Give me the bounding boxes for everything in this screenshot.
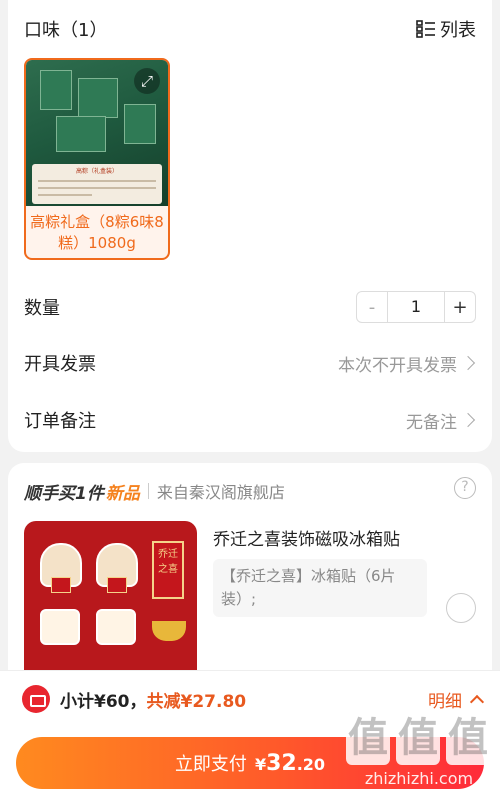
remark-value-group: 无备注 [406,408,476,433]
chevron-up-icon [469,694,485,710]
sticker-tag [107,577,127,593]
quantity-stepper: - 1 + [356,291,476,323]
seal-sticker: 乔迁之喜 [152,541,184,599]
addon-promo-card: 顺手买1件 新品 来自秦汉阁旗舰店 ? 乔迁之喜 乔迁之喜装饰磁吸冰箱贴 【乔迁… [8,463,492,693]
product-option-tile[interactable]: ⤢ 高粽（礼盒装） 高粽礼盒（8粽6味8糕）1080g [24,58,170,260]
gift-box-shape [78,78,118,118]
chevron-right-icon [460,355,476,371]
quantity-label: 数量 [24,298,60,319]
list-label: 列表 [440,20,476,41]
chevron-right-icon [460,412,476,428]
band-title: 高粽（礼盒装） [75,168,118,175]
quantity-row: 数量 - 1 + [24,291,476,323]
coupon-icon [22,685,50,713]
sticker-tag [51,577,71,593]
new-badge: 新品 [105,483,140,504]
gift-box-shape [40,70,72,110]
product-name: 高粽礼盒（8粽6味8糕）1080g [30,213,164,252]
list-view-button[interactable]: 列表 [416,16,476,42]
quantity-value[interactable]: 1 [387,292,445,322]
pay-amount-int: 32 [266,750,297,776]
pay-amount: ¥32.20 [255,751,325,776]
band-text-line [38,187,156,189]
list-icon [416,20,435,38]
order-options-card: 口味（1） 列表 ⤢ 高粽（礼盒装） 高粽礼盒（8粽6味8糕）1080g 数量 … [8,0,492,452]
flavor-header: 口味（1） 列表 [24,14,476,44]
summary-row: 小计¥60， 共减¥27.80 明细 [22,685,485,713]
invoice-value-group: 本次不开具发票 [338,351,476,376]
invoice-label: 开具发票 [24,354,96,375]
increase-button[interactable]: + [445,297,475,318]
discount-text: 共减¥27.80 [146,691,247,712]
band-text-line [38,180,156,182]
addon-product-image[interactable]: 乔迁之喜 [24,521,197,693]
promo-heading: 顺手买1件 [24,483,104,504]
gift-box-shape [124,104,156,144]
remark-row[interactable]: 订单备注 无备注 [24,405,476,435]
house-sticker [40,609,80,645]
watermark-glyph: 值 [396,711,440,765]
gift-box-shape [56,116,106,152]
product-info-band: 高粽（礼盒装） [32,164,162,204]
ingot-sticker [152,621,186,641]
square-sticker [96,609,136,645]
decrease-button[interactable]: - [357,297,387,318]
pay-currency: ¥ [254,754,267,774]
pay-amount-dec: .20 [296,754,326,774]
watermark-glyph: 值 [446,711,490,765]
promo-header: 顺手买1件 新品 来自秦汉阁旗舰店 [24,479,476,504]
addon-title: 乔迁之喜装饰磁吸冰箱贴 [213,530,400,550]
detail-button[interactable]: 明细 [428,685,485,713]
expand-icon[interactable]: ⤢ [134,68,160,94]
pay-label: 立即支付 [174,754,247,775]
watermark-glyph: 值 [346,711,390,765]
flavor-title: 口味（1） [24,20,108,41]
select-addon-radio[interactable] [446,593,476,623]
subtotal-text: 小计¥60， [60,691,147,712]
product-image: ⤢ 高粽（礼盒装） [26,60,168,206]
watermark-text: zhizhizhi.com [364,769,474,788]
invoice-value: 本次不开具发票 [338,355,457,376]
help-icon[interactable]: ? [454,477,476,499]
remark-value: 无备注 [406,412,457,433]
shop-name: 来自秦汉阁旗舰店 [156,483,285,502]
checkout-bar: 小计¥60， 共减¥27.80 明细 立即支付 ¥32.20 值 值 值 zhi… [0,670,500,799]
invoice-row[interactable]: 开具发票 本次不开具发票 [24,348,476,378]
remark-label: 订单备注 [24,411,96,432]
site-watermark: 值 值 值 zhizhizhi.com [344,711,494,791]
divider [147,483,149,499]
detail-label: 明细 [428,691,462,712]
band-text-line [38,194,92,196]
addon-spec[interactable]: 【乔迁之喜】冰箱贴（6片装）; [213,559,427,617]
